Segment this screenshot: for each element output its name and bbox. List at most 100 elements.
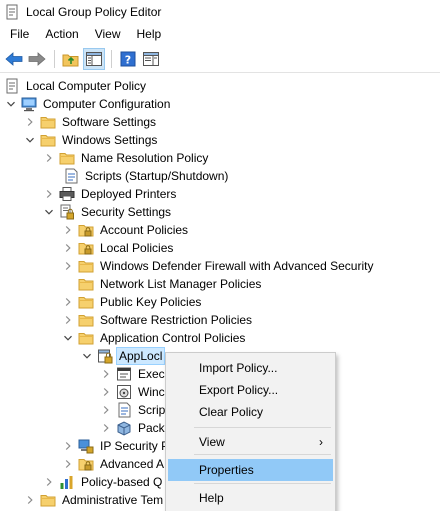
help-menu-item[interactable]: Help — [168, 487, 333, 509]
context-menu-label: Help — [199, 491, 224, 505]
tree-node[interactable]: Software Restriction Policies — [63, 311, 254, 329]
collapsed-chevron-icon[interactable] — [63, 459, 73, 469]
installer-icon — [117, 385, 131, 399]
toolbar-separator — [54, 49, 55, 68]
tree-node[interactable]: Pack — [101, 419, 167, 437]
context-menu-separator — [194, 483, 331, 484]
tree-node[interactable]: Account Policies — [63, 221, 190, 239]
folder-icon — [40, 135, 56, 147]
collapsed-chevron-icon[interactable] — [63, 441, 73, 451]
expanded-chevron-icon[interactable] — [25, 135, 35, 145]
tree-node-label: Advanced A — [100, 457, 165, 471]
show-hide-action-pane-button[interactable] — [140, 48, 162, 70]
up-one-level-button[interactable] — [60, 48, 82, 70]
tree-node[interactable]: Scripts (Startup/Shutdown) — [63, 167, 230, 185]
expanded-chevron-icon[interactable] — [44, 207, 54, 217]
collapsed-chevron-icon[interactable] — [63, 225, 73, 235]
tree-node[interactable]: Policy-based Q — [44, 473, 164, 491]
collapsed-chevron-icon[interactable] — [63, 261, 73, 271]
tree-node[interactable]: Deployed Printers — [44, 185, 178, 203]
menu-file[interactable]: File — [2, 24, 37, 44]
tree-node[interactable]: Security Settings — [44, 203, 173, 221]
tree-node-label: Application Control Policies — [100, 331, 246, 345]
collapsed-chevron-icon[interactable] — [101, 423, 111, 433]
tree-node[interactable]: AppLocl — [82, 347, 166, 365]
view-menu-item[interactable]: View › — [168, 431, 333, 453]
tree-node[interactable]: Windows Defender Firewall with Advanced … — [63, 257, 375, 275]
tree-node[interactable]: Scrip — [101, 401, 167, 419]
tree-node[interactable]: Winc — [101, 383, 167, 401]
collapsed-chevron-icon[interactable] — [44, 189, 54, 199]
package-icon — [117, 421, 131, 436]
script-icon — [65, 168, 78, 184]
tree-node-label: Network List Manager Policies — [100, 277, 262, 291]
collapsed-chevron-icon[interactable] — [44, 477, 54, 487]
context-menu-label: Properties — [199, 463, 254, 477]
collapsed-chevron-icon[interactable] — [25, 495, 35, 505]
tree-node[interactable]: Local Computer Policy — [4, 77, 148, 95]
export-policy-menu-item[interactable]: Export Policy... — [168, 379, 333, 401]
collapsed-chevron-icon[interactable] — [25, 117, 35, 127]
tree-node-label: Scripts (Startup/Shutdown) — [85, 169, 229, 183]
tree-node[interactable]: Advanced A — [63, 455, 166, 473]
locked-folder-icon — [78, 243, 94, 255]
import-policy-menu-item[interactable]: Import Policy... — [168, 357, 333, 379]
tree-node-label: Software Restriction Policies — [100, 313, 253, 327]
forward-arrow-icon — [28, 51, 46, 66]
submenu-arrow-icon: › — [319, 435, 323, 449]
collapsed-chevron-icon[interactable] — [63, 315, 73, 325]
help-button[interactable]: ? — [117, 48, 139, 70]
menu-view[interactable]: View — [87, 24, 129, 44]
expanded-chevron-icon[interactable] — [63, 333, 73, 343]
collapsed-chevron-icon[interactable] — [101, 369, 111, 379]
expanded-chevron-icon[interactable] — [82, 351, 92, 361]
applocker-icon — [98, 349, 113, 364]
collapsed-chevron-icon[interactable] — [101, 387, 111, 397]
collapsed-chevron-icon[interactable] — [63, 297, 73, 307]
tree-node[interactable]: IP Security P — [63, 437, 171, 455]
folder-icon — [40, 117, 56, 129]
tree-node-label: Exec — [138, 367, 165, 381]
tree-node[interactable]: Local Policies — [63, 239, 175, 257]
tree-node[interactable]: Application Control Policies — [63, 329, 247, 347]
tree-node-label: Windows Defender Firewall with Advanced … — [100, 259, 374, 273]
properties-menu-item[interactable]: Properties — [168, 459, 333, 481]
title-bar: Local Group Policy Editor — [0, 0, 440, 24]
tree-node[interactable]: Public Key Policies — [63, 293, 203, 311]
context-menu-label: Export Policy... — [199, 383, 279, 397]
tree-node[interactable]: Name Resolution Policy — [44, 149, 210, 167]
tree-node-label: Windows Settings — [62, 133, 158, 147]
folder-icon — [78, 297, 94, 309]
printer-icon — [59, 187, 75, 201]
collapsed-chevron-icon[interactable] — [101, 405, 111, 415]
tree-node-label: Local Computer Policy — [26, 79, 147, 93]
expanded-chevron-icon[interactable] — [6, 99, 16, 109]
tree-node-label: Name Resolution Policy — [81, 151, 209, 165]
context-menu-label: Import Policy... — [199, 361, 278, 375]
tree-node[interactable]: Computer Configuration — [6, 95, 172, 113]
help-icon: ? — [120, 51, 136, 66]
policy-editor-icon — [6, 4, 18, 20]
tree-node[interactable]: Network List Manager Policies — [78, 275, 263, 293]
back-button[interactable] — [3, 48, 25, 70]
back-arrow-icon — [5, 51, 23, 66]
svg-text:?: ? — [125, 53, 131, 66]
properties-pane-icon — [143, 51, 159, 66]
menu-action[interactable]: Action — [37, 24, 86, 44]
locked-folder-icon — [78, 225, 94, 237]
collapsed-chevron-icon[interactable] — [44, 153, 54, 163]
clear-policy-menu-item[interactable]: Clear Policy — [168, 401, 333, 423]
tree-node[interactable]: Windows Settings — [25, 131, 159, 149]
tree-node[interactable]: Administrative Tem — [25, 491, 165, 509]
tree-node-label: Public Key Policies — [100, 295, 202, 309]
collapsed-chevron-icon[interactable] — [63, 243, 73, 253]
folder-icon — [78, 315, 94, 327]
tree-node-label: Account Policies — [100, 223, 189, 237]
menu-help[interactable]: Help — [129, 24, 170, 44]
tree-node[interactable]: Software Settings — [25, 113, 158, 131]
up-folder-icon — [62, 54, 79, 66]
show-hide-console-tree-button[interactable] — [83, 47, 105, 70]
tree-node[interactable]: Exec — [101, 365, 167, 383]
tree-node-label: Local Policies — [100, 241, 174, 255]
forward-button[interactable] — [26, 48, 48, 70]
